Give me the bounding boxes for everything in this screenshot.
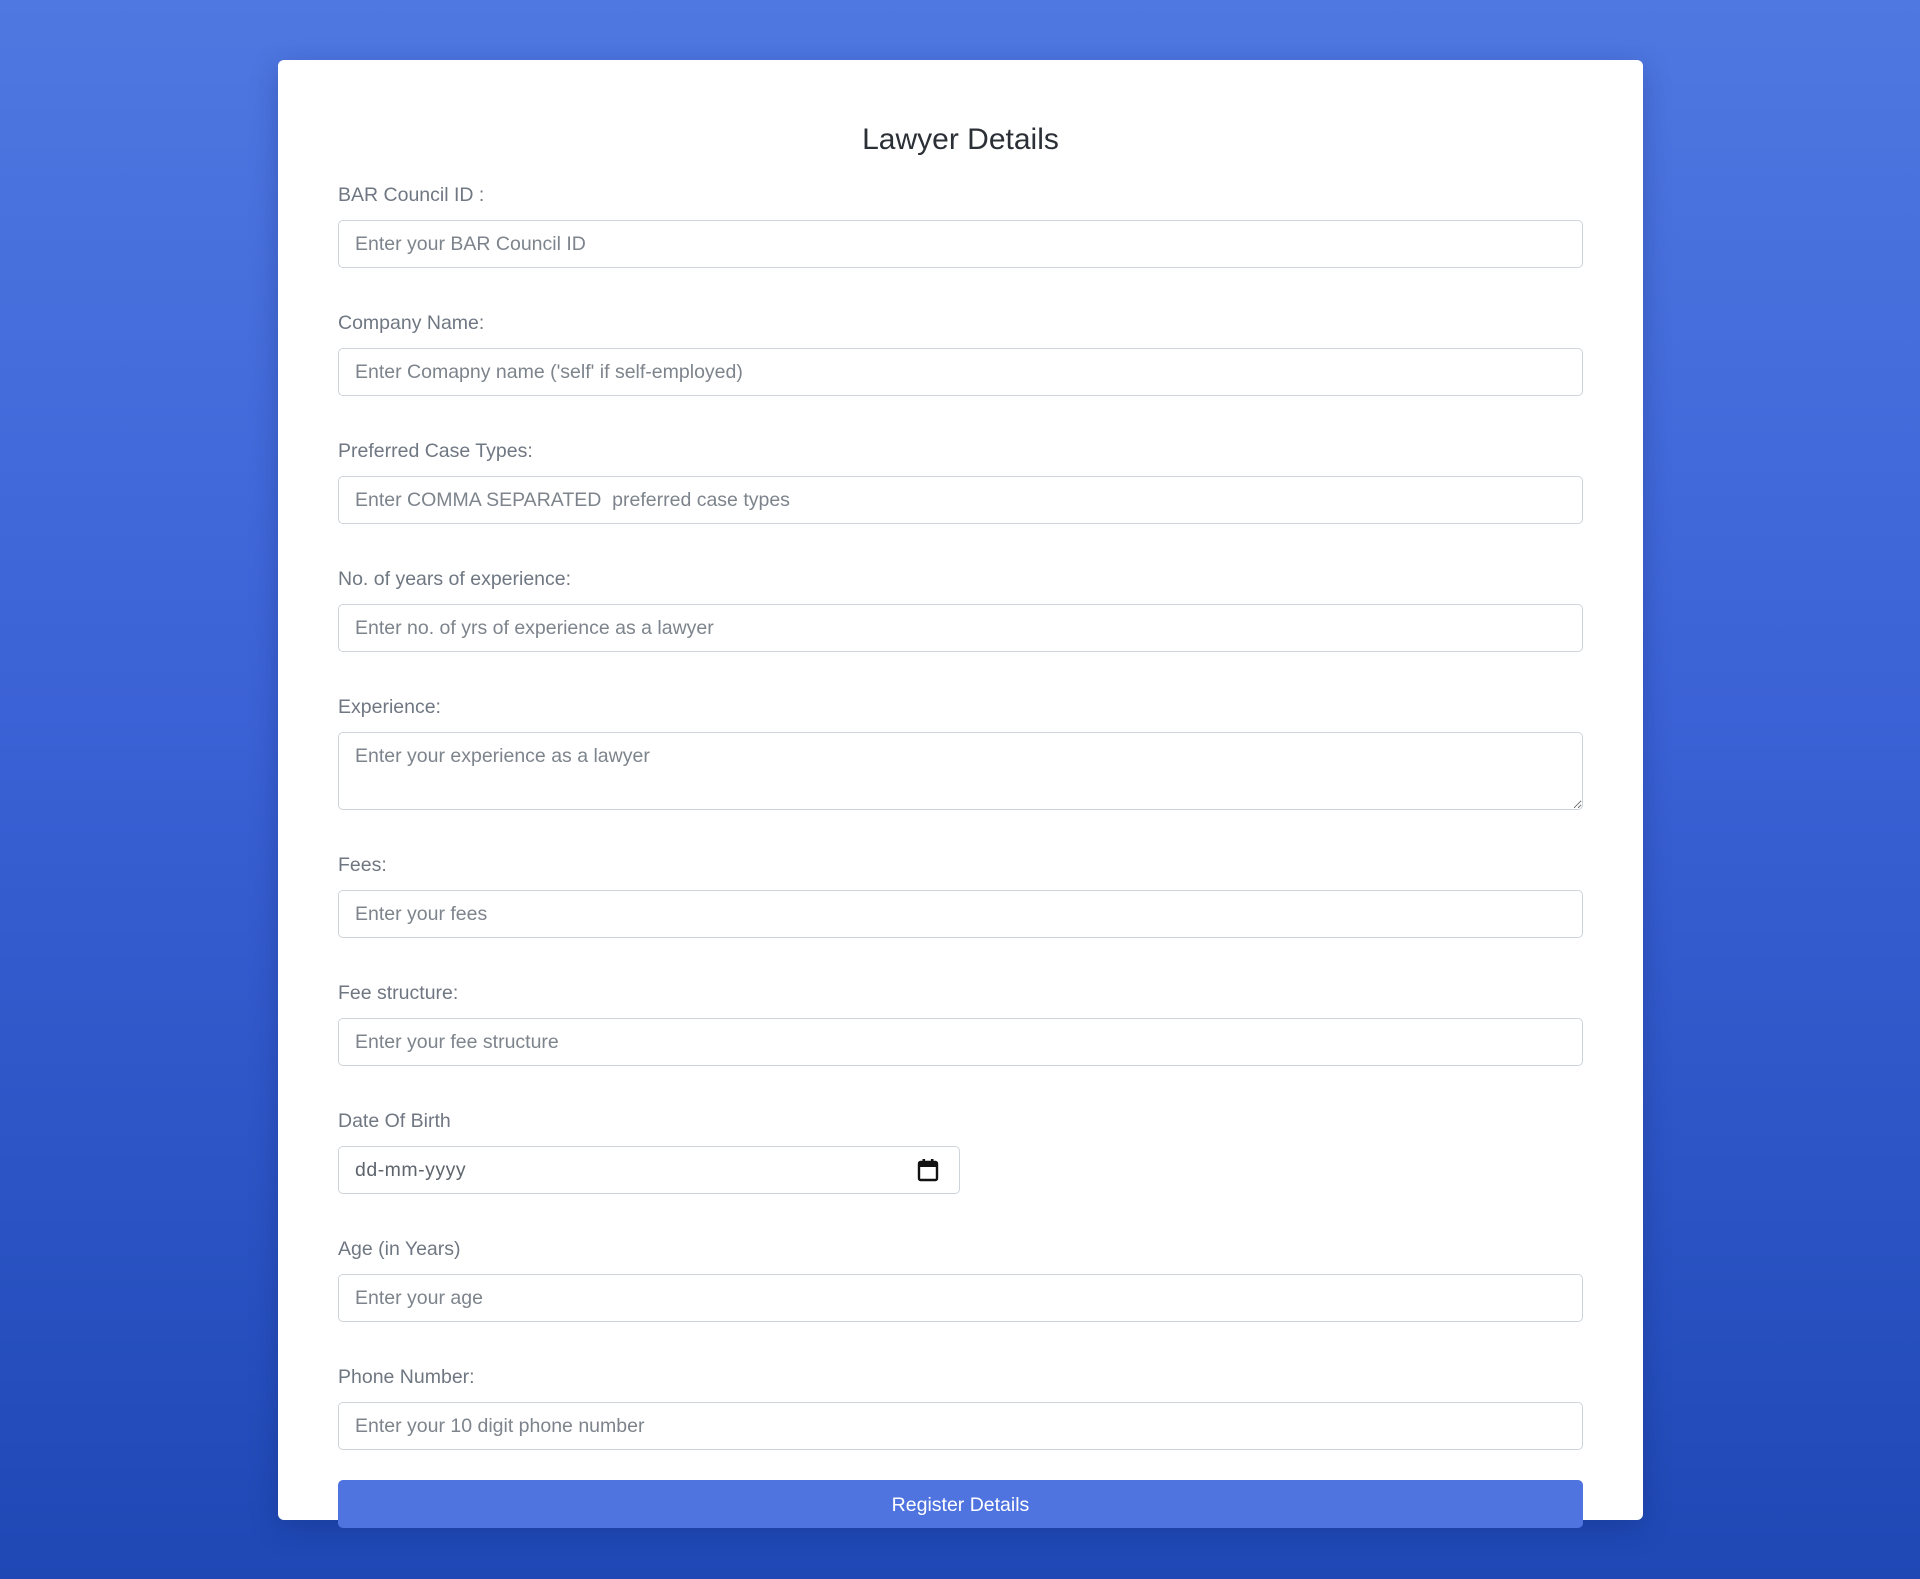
bar-council-id-field: BAR Council ID : xyxy=(338,184,1583,268)
phone-number-label: Phone Number: xyxy=(338,1366,475,1388)
company-name-input[interactable] xyxy=(338,348,1583,396)
experience-textarea[interactable] xyxy=(338,732,1583,810)
fee-structure-field: Fee structure: xyxy=(338,982,1583,1066)
preferred-case-types-field: Preferred Case Types: xyxy=(338,440,1583,524)
fees-input[interactable] xyxy=(338,890,1583,938)
company-name-field: Company Name: xyxy=(338,312,1583,396)
bar-council-id-label: BAR Council ID : xyxy=(338,184,485,206)
company-name-label: Company Name: xyxy=(338,312,485,334)
years-experience-label: No. of years of experience: xyxy=(338,568,572,590)
years-experience-input[interactable] xyxy=(338,604,1583,652)
register-details-button[interactable]: Register Details xyxy=(338,1480,1583,1528)
age-field: Age (in Years) xyxy=(338,1238,1583,1322)
fee-structure-label: Fee structure: xyxy=(338,982,459,1004)
age-label: Age (in Years) xyxy=(338,1238,461,1260)
phone-number-field: Phone Number: xyxy=(338,1366,1583,1450)
age-input[interactable] xyxy=(338,1274,1583,1322)
bar-council-id-input[interactable] xyxy=(338,220,1583,268)
preferred-case-types-label: Preferred Case Types: xyxy=(338,440,533,462)
fee-structure-input[interactable] xyxy=(338,1018,1583,1066)
fees-field: Fees: xyxy=(338,854,1583,938)
preferred-case-types-input[interactable] xyxy=(338,476,1583,524)
experience-label: Experience: xyxy=(338,696,441,718)
lawyer-details-card: Lawyer Details BAR Council ID : Company … xyxy=(278,60,1643,1528)
calendar-icon[interactable] xyxy=(917,1158,939,1182)
phone-number-input[interactable] xyxy=(338,1402,1583,1450)
form-title: Lawyer Details xyxy=(862,123,1059,156)
date-of-birth-label: Date Of Birth xyxy=(338,1110,451,1132)
years-experience-field: No. of years of experience: xyxy=(338,568,1583,652)
experience-field: Experience: xyxy=(338,696,1583,810)
fees-label: Fees: xyxy=(338,854,387,876)
date-of-birth-placeholder: dd-mm-yyyy xyxy=(355,1159,467,1181)
date-of-birth-field: Date Of Birth dd-mm-yyyy xyxy=(338,1110,1583,1194)
date-of-birth-input[interactable]: dd-mm-yyyy xyxy=(338,1146,960,1194)
